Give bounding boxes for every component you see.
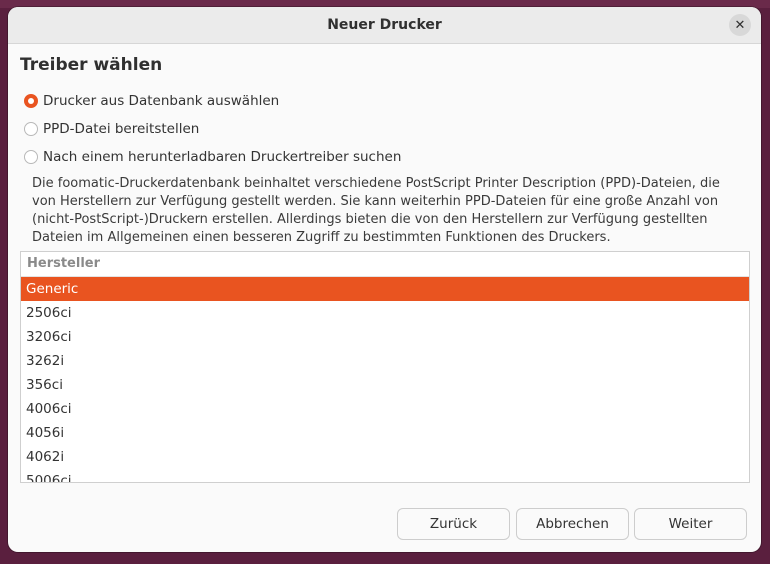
section-heading: Treiber wählen (20, 55, 163, 75)
back-button[interactable]: Zurück (397, 508, 510, 540)
column-header-manufacturer[interactable]: Hersteller (21, 252, 749, 277)
close-icon: ✕ (734, 17, 746, 33)
list-item[interactable]: 2506ci (21, 301, 749, 325)
next-button[interactable]: Weiter (634, 508, 747, 540)
cancel-button[interactable]: Abbrechen (516, 508, 629, 540)
radio-label: Nach einem herunterladbaren Druckertreib… (43, 149, 402, 165)
close-button[interactable]: ✕ (729, 14, 751, 36)
window-title: Neuer Drucker (327, 17, 442, 33)
title-bar: Neuer Drucker ✕ (8, 7, 761, 44)
radio-provide-ppd-file[interactable]: PPD-Datei bereitstellen (24, 121, 199, 137)
manufacturer-list[interactable]: Hersteller Generic 2506ci 3206ci 3262i 3… (20, 251, 750, 483)
radio-label: PPD-Datei bereitstellen (43, 121, 200, 137)
list-item[interactable]: 3206ci (21, 325, 749, 349)
new-printer-dialog: Neuer Drucker ✕ Treiber wählen Drucker a… (8, 7, 761, 552)
list-item[interactable]: 356ci (21, 373, 749, 397)
list-item[interactable]: 4062i (21, 445, 749, 469)
radio-indicator (24, 122, 38, 136)
list-item[interactable]: 4056i (21, 421, 749, 445)
radio-search-driver[interactable]: Nach einem herunterladbaren Druckertreib… (24, 149, 401, 165)
list-item[interactable]: Generic (21, 277, 749, 301)
list-item[interactable]: 3262i (21, 349, 749, 373)
list-item[interactable]: 4006ci (21, 397, 749, 421)
radio-select-from-database[interactable]: Drucker aus Datenbank auswählen (24, 93, 279, 109)
description-text: Die foomatic-Druckerdatenbank beinhaltet… (32, 176, 720, 245)
radio-label: Drucker aus Datenbank auswählen (43, 93, 280, 109)
radio-indicator (24, 150, 38, 164)
radio-indicator (24, 94, 38, 108)
list-item[interactable]: 5006ci (21, 469, 749, 482)
